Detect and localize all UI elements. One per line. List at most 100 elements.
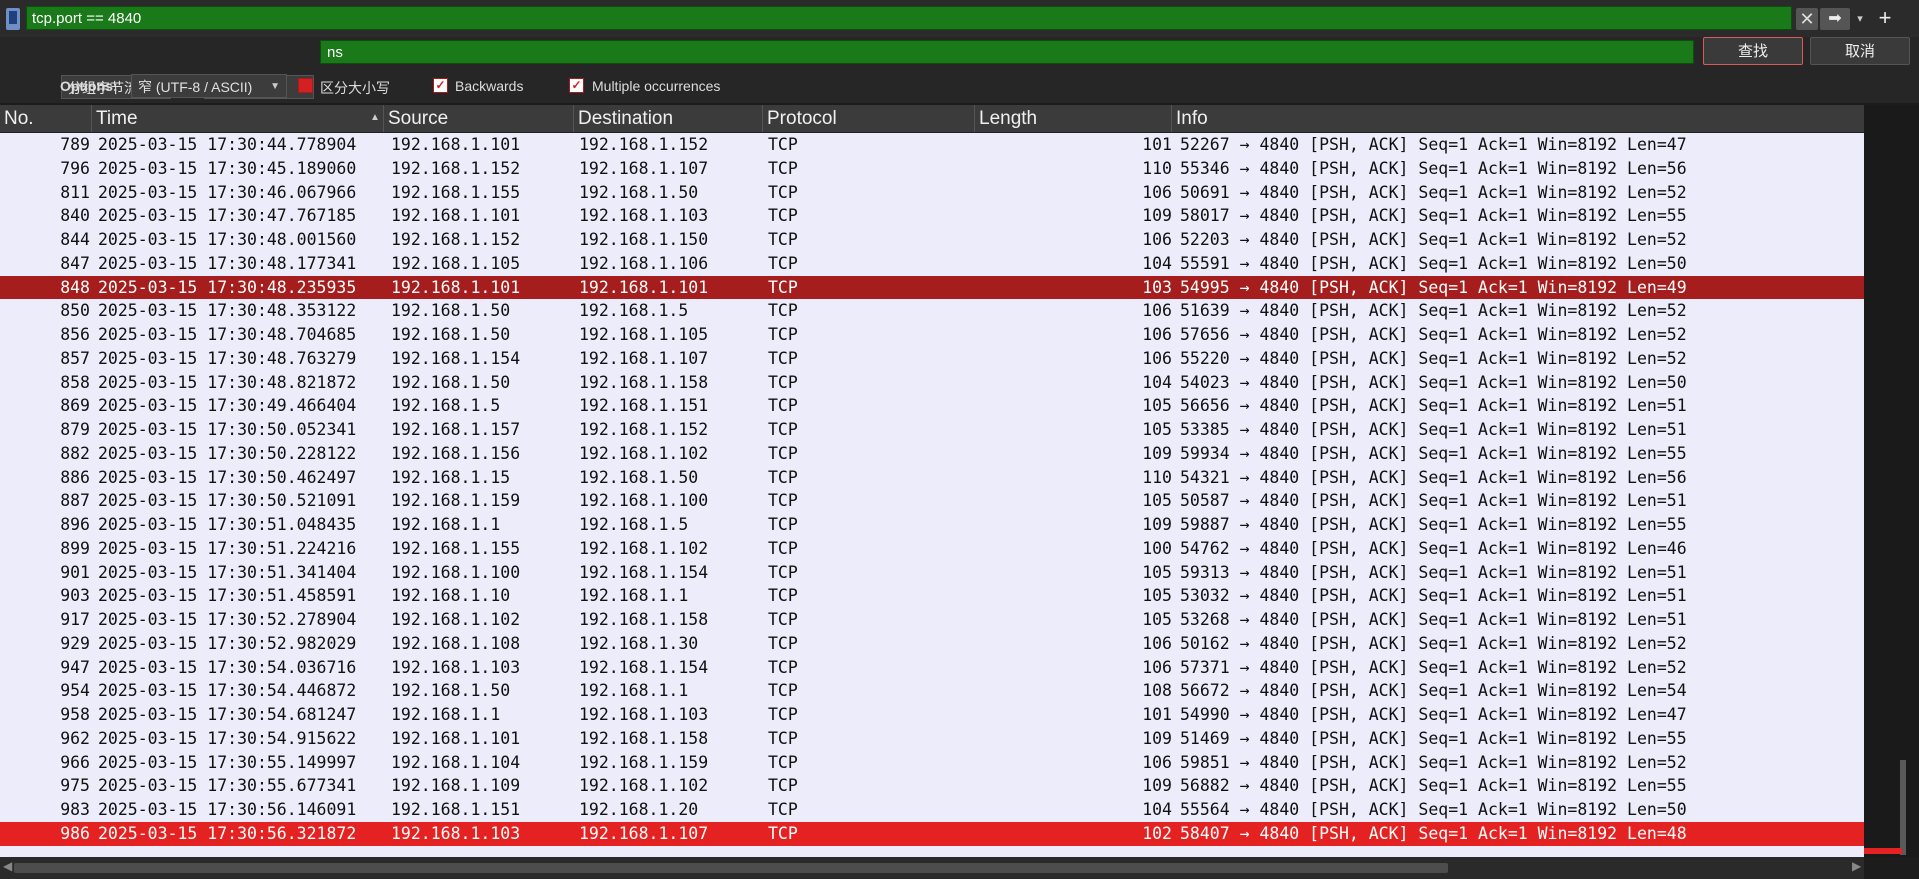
table-row[interactable]: 847 2025-03-15 17:30:48.177341 192.168.1.1…	[0, 252, 1864, 276]
column-header-source[interactable]: Source	[384, 105, 574, 132]
packet-info: 52203 → 4840 [PSH, ACK] Seq=1 Ack=1 Win=…	[1180, 230, 1687, 249]
column-header-destination[interactable]: Destination	[574, 105, 763, 132]
packet-source: 192.168.1.101	[391, 277, 521, 297]
packet-info: 57656 → 4840 [PSH, ACK] Seq=1 Ack=1 Win=…	[1180, 325, 1687, 344]
packet-destination: 192.168.1.20	[579, 800, 699, 819]
clear-filter-icon[interactable]: ✕	[1796, 8, 1818, 30]
table-row[interactable]: 986 2025-03-15 17:30:56.321872 192.168.1.1…	[0, 821, 1864, 846]
scroll-right-icon[interactable]: ▶	[1852, 859, 1861, 873]
table-row[interactable]: 917 2025-03-15 17:30:52.278904 192.168.1.1…	[0, 608, 1864, 632]
case-sensitive-label: 区分大小写	[320, 80, 390, 96]
packet-protocol: TCP	[768, 420, 798, 439]
column-header-length[interactable]: Length	[975, 105, 1172, 132]
search-input[interactable]: ns	[320, 40, 1694, 64]
scroll-left-icon[interactable]: ◀	[3, 859, 12, 873]
packet-source: 192.168.1.155	[391, 538, 521, 558]
packet-protocol: TCP	[768, 372, 798, 392]
table-row[interactable]: 811 2025-03-15 17:30:46.067966 192.168.1.1…	[0, 181, 1864, 205]
table-row[interactable]: 886 2025-03-15 17:30:50.462497 192.168.1.1…	[0, 466, 1864, 490]
packet-info: 53032 → 4840 [PSH, ACK] Seq=1 Ack=1 Win=…	[1180, 586, 1687, 606]
packet-protocol: TCP	[768, 253, 798, 273]
packet-number: 903	[60, 586, 90, 606]
packet-info: 55564 → 4840 [PSH, ACK] Seq=1 Ack=1 Win=…	[1180, 800, 1687, 819]
column-header-protocol[interactable]: Protocol	[763, 105, 975, 132]
packet-protocol: TCP	[768, 467, 798, 487]
table-row[interactable]: 983 2025-03-15 17:30:56.146091 192.168.1.1…	[0, 798, 1864, 822]
packet-time: 2025-03-15 17:30:55.149997	[98, 752, 357, 772]
packet-source: 192.168.1.100	[391, 562, 521, 582]
column-header-time[interactable]: Time	[92, 105, 384, 132]
column-header-no[interactable]: No.	[0, 105, 92, 132]
apply-filter-icon[interactable]: ➡	[1820, 8, 1850, 30]
table-row[interactable]: 975 2025-03-15 17:30:55.677341 192.168.1.1…	[0, 774, 1864, 798]
table-row[interactable]: 958 2025-03-15 17:30:54.681247 192.168.1.1…	[0, 703, 1864, 727]
multiple-occurrences-checkbox[interactable]: ✓	[569, 78, 584, 93]
packet-length: 104	[1142, 253, 1172, 273]
packet-number: 844	[60, 230, 90, 249]
table-row[interactable]: 899 2025-03-15 17:30:51.224216 192.168.1.1…	[0, 537, 1864, 561]
packet-number: 886	[60, 467, 90, 487]
table-row[interactable]: 962 2025-03-15 17:30:54.915622 192.168.1.1…	[0, 727, 1864, 751]
packet-source: 192.168.1.50	[391, 301, 511, 321]
horizontal-scroll-thumb[interactable]	[14, 863, 1448, 873]
case-sensitive-checkbox[interactable]	[298, 78, 313, 93]
table-row[interactable]: 887 2025-03-15 17:30:50.521091 192.168.1.1…	[0, 489, 1864, 513]
filter-history-dropdown-icon[interactable]: ▾	[1852, 8, 1868, 30]
packet-source: 192.168.1.152	[391, 158, 521, 178]
packet-length: 105	[1142, 610, 1172, 629]
display-filter-input[interactable]: tcp.port == 4840	[26, 6, 1792, 30]
table-row[interactable]: 896 2025-03-15 17:30:51.048435 192.168.1.1…	[0, 513, 1864, 537]
packet-destination: 192.168.1.107	[579, 823, 709, 843]
packet-length: 105	[1142, 396, 1172, 416]
packet-number: 966	[60, 752, 90, 772]
encoding-select[interactable]: 窄 (UTF-8 / ASCII) ▼	[131, 74, 287, 98]
packet-time: 2025-03-15 17:30:54.915622	[98, 728, 357, 748]
packet-destination: 192.168.1.50	[579, 182, 699, 202]
packet-number: 882	[60, 443, 90, 463]
table-row[interactable]: 954 2025-03-15 17:30:54.446872 192.168.1.5…	[0, 679, 1864, 703]
packet-length: 105	[1142, 562, 1172, 582]
packet-destination: 192.168.1.107	[579, 348, 709, 368]
table-row[interactable]: 857 2025-03-15 17:30:48.763279 192.168.1.1…	[0, 347, 1864, 371]
table-row[interactable]: 850 2025-03-15 17:30:48.353122 192.168.1.5…	[0, 299, 1864, 323]
packet-protocol: TCP	[768, 705, 798, 724]
packet-source: 192.168.1.102	[391, 610, 521, 629]
table-row[interactable]: 796 2025-03-15 17:30:45.189060 192.168.1.1…	[0, 157, 1864, 181]
table-row[interactable]: 840 2025-03-15 17:30:47.767185 192.168.1.1…	[0, 204, 1864, 228]
vertical-scrollbar[interactable]	[1864, 105, 1919, 857]
table-row[interactable]: 929 2025-03-15 17:30:52.982029 192.168.1.1…	[0, 632, 1864, 656]
table-row[interactable]: 903 2025-03-15 17:30:51.458591 192.168.1.1…	[0, 584, 1864, 608]
table-row[interactable]: 869 2025-03-15 17:30:49.466404 192.168.1.5…	[0, 394, 1864, 418]
table-row[interactable]: 858 2025-03-15 17:30:48.821872 192.168.1.5…	[0, 371, 1864, 395]
table-row[interactable]: 947 2025-03-15 17:30:54.036716 192.168.1.1…	[0, 656, 1864, 680]
scrollbar-minimap	[1900, 760, 1906, 855]
table-row[interactable]: 901 2025-03-15 17:30:51.341404 192.168.1.1…	[0, 561, 1864, 585]
packet-number: 789	[60, 135, 90, 154]
cancel-button[interactable]: 取消	[1810, 37, 1910, 65]
packet-time: 2025-03-15 17:30:47.767185	[98, 206, 357, 226]
table-row[interactable]: 848 2025-03-15 17:30:48.235935 192.168.1.1…	[0, 275, 1864, 300]
table-row[interactable]: 844 2025-03-15 17:30:48.001560 192.168.1.1…	[0, 228, 1864, 252]
packet-time: 2025-03-15 17:30:55.677341	[98, 776, 357, 796]
bookmark-icon[interactable]	[6, 8, 20, 30]
table-row[interactable]: 856 2025-03-15 17:30:48.704685 192.168.1.5…	[0, 323, 1864, 347]
packet-info: 51469 → 4840 [PSH, ACK] Seq=1 Ack=1 Win=…	[1180, 728, 1687, 748]
packet-source: 192.168.1.152	[391, 230, 521, 249]
packet-number: 869	[60, 396, 90, 416]
column-header-info[interactable]: Info	[1172, 105, 1864, 132]
packet-protocol: TCP	[768, 348, 798, 368]
packet-number: 856	[60, 325, 90, 344]
packet-number: 811	[60, 182, 90, 202]
packet-list: No. Time ▲ Source Destination Protocol L…	[0, 105, 1864, 857]
table-row[interactable]: 882 2025-03-15 17:30:50.228122 192.168.1.1…	[0, 442, 1864, 466]
packet-length: 110	[1142, 158, 1172, 178]
packet-source: 192.168.1.104	[391, 752, 521, 772]
packet-info: 54995 → 4840 [PSH, ACK] Seq=1 Ack=1 Win=…	[1180, 277, 1687, 297]
table-row[interactable]: 966 2025-03-15 17:30:55.149997 192.168.1.1…	[0, 751, 1864, 775]
table-row[interactable]: 879 2025-03-15 17:30:50.052341 192.168.1.1…	[0, 418, 1864, 442]
find-button[interactable]: 查找	[1703, 37, 1803, 65]
table-row[interactable]: 789 2025-03-15 17:30:44.778904 192.168.1.1…	[0, 133, 1864, 157]
backwards-checkbox[interactable]: ✓	[433, 78, 448, 93]
options-label: Options:	[60, 78, 118, 94]
add-filter-button-icon[interactable]: +	[1874, 4, 1896, 32]
